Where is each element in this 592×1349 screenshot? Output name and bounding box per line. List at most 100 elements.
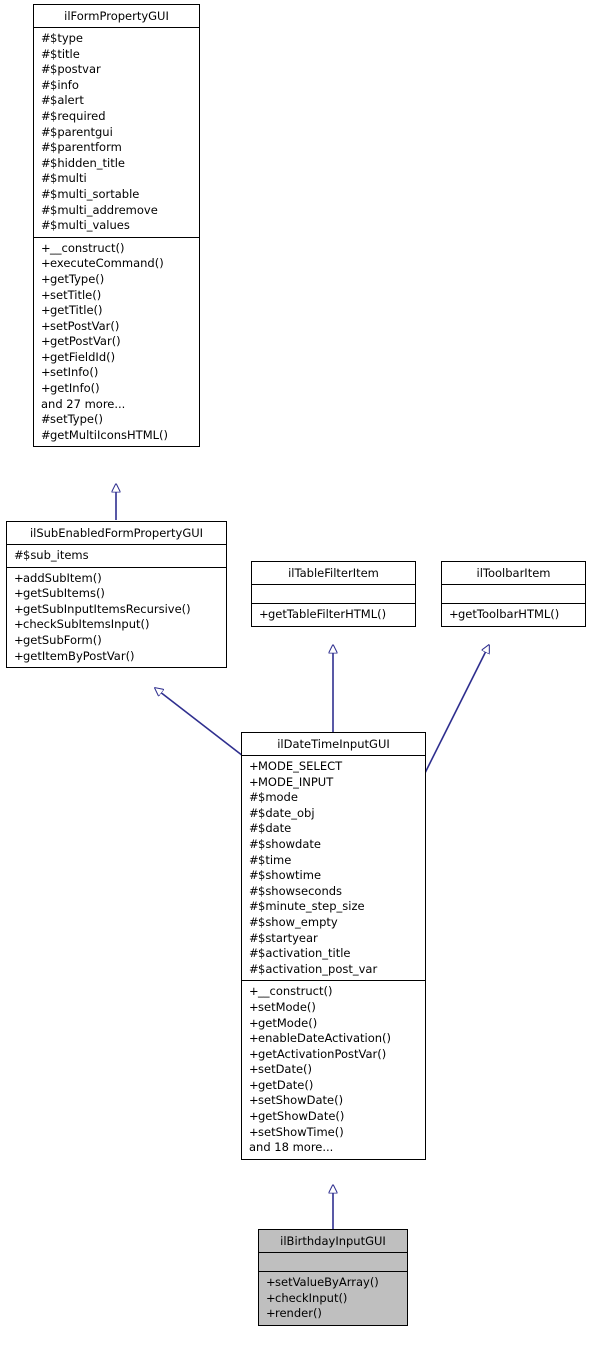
visibility-marker: # (41, 427, 51, 442)
method-label: getToolbarHTML() (458, 607, 560, 621)
attribute-label: $parentgui (50, 124, 113, 139)
method-row: +__construct() (41, 241, 193, 257)
attribute-label: $parentform (50, 140, 122, 155)
visibility-marker: + (41, 240, 51, 255)
method-row: +getSubItems() (14, 586, 220, 602)
class-node-iltablefilteritem[interactable]: ilTableFilterItem +getTableFilterHTML() (251, 561, 416, 627)
attribute-row: #$date (249, 821, 419, 837)
attributes-compartment (259, 1253, 407, 1272)
method-row: +getType() (41, 272, 193, 288)
method-label: getShowDate() (258, 1109, 345, 1124)
method-label: getPostVar() (50, 334, 121, 349)
method-row: +__construct() (249, 984, 419, 1000)
visibility-marker: + (249, 774, 259, 789)
class-node-ilformpropertygui[interactable]: ilFormPropertyGUI #$type #$title #$postv… (33, 4, 200, 448)
class-node-ildatetimeinputgui[interactable]: ilDateTimeInputGUI +MODE_SELECT +MODE_IN… (241, 732, 426, 1160)
visibility-marker: + (249, 1109, 259, 1124)
attribute-row: #$startyear (249, 931, 419, 947)
class-node-ilsubenabledformpropertygui[interactable]: ilSubEnabledFormPropertyGUI #$sub_items … (6, 521, 227, 669)
visibility-marker: + (266, 1306, 276, 1321)
attribute-row: #$title (41, 47, 193, 63)
method-row: +getMode() (249, 1016, 419, 1032)
visibility-marker: # (41, 171, 51, 186)
method-row: +getTableFilterHTML() (259, 607, 409, 623)
method-label: getDate() (258, 1077, 314, 1092)
method-row: +getFieldId() (41, 350, 193, 366)
visibility-marker: + (14, 570, 24, 585)
class-title: ilDateTimeInputGUI (242, 733, 425, 756)
visibility-marker: + (41, 365, 51, 380)
attribute-label: $startyear (258, 930, 318, 945)
class-node-ilbirthdayinputgui[interactable]: ilBirthdayInputGUI +setValueByArray() +c… (258, 1229, 408, 1326)
visibility-marker: # (41, 93, 51, 108)
attributes-compartment: #$type #$title #$postvar #$info #$alert … (34, 28, 199, 238)
visibility-marker: # (41, 46, 51, 61)
methods-compartment: +setValueByArray() +checkInput() +render… (259, 1272, 407, 1325)
attribute-label: $info (50, 77, 79, 92)
method-row: +setPostVar() (41, 319, 193, 335)
attribute-label: $title (50, 46, 80, 61)
method-row: +setInfo() (41, 365, 193, 381)
method-row: +getDate() (249, 1078, 419, 1094)
attribute-label: $multi_sortable (50, 186, 140, 201)
method-row: #setType() (41, 412, 193, 428)
uml-class-diagram: ilFormPropertyGUI #$type #$title #$postv… (0, 0, 592, 1349)
methods-compartment: +addSubItem() +getSubItems() +getSubInpu… (7, 568, 226, 668)
attributes-compartment (252, 585, 415, 604)
method-row: +enableDateActivation() (249, 1031, 419, 1047)
visibility-marker: # (249, 790, 259, 805)
visibility-marker: + (41, 349, 51, 364)
method-label: __construct() (50, 240, 125, 255)
attribute-row: #$sub_items (14, 548, 220, 564)
visibility-marker: + (266, 1290, 276, 1305)
method-label: enableDateActivation() (258, 1031, 392, 1046)
method-row: +setShowDate() (249, 1093, 419, 1109)
visibility-marker: + (249, 759, 259, 773)
method-label: setType() (50, 412, 103, 427)
visibility-marker: # (249, 899, 259, 914)
visibility-marker: + (249, 1093, 259, 1108)
visibility-marker: + (41, 334, 51, 349)
attribute-row: #$parentgui (41, 125, 193, 141)
method-label: and 18 more... (249, 1140, 334, 1155)
class-title: ilFormPropertyGUI (34, 5, 199, 28)
attribute-label: $activation_post_var (258, 961, 378, 976)
visibility-marker: + (249, 999, 259, 1014)
method-label: getSubInputItemsRecursive() (23, 601, 191, 616)
method-row: +getItemByPostVar() (14, 649, 220, 665)
method-label: getType() (50, 271, 105, 286)
more-members-row: and 18 more... (249, 1140, 419, 1156)
visibility-marker: # (41, 140, 51, 155)
visibility-marker: # (249, 883, 259, 898)
class-node-iltoolbaritem[interactable]: ilToolbarItem +getToolbarHTML() (441, 561, 586, 627)
attribute-label: MODE_SELECT (258, 759, 343, 773)
class-title: ilTableFilterItem (252, 562, 415, 585)
visibility-marker: + (14, 601, 24, 616)
attribute-row: #$minute_step_size (249, 899, 419, 915)
visibility-marker: # (249, 914, 259, 929)
visibility-marker: + (259, 607, 269, 621)
attribute-row: #$showseconds (249, 884, 419, 900)
method-label: getItemByPostVar() (23, 648, 135, 663)
method-row: +checkSubItemsInput() (14, 617, 220, 633)
method-label: setShowDate() (258, 1093, 344, 1108)
method-row: +setShowTime() (249, 1125, 419, 1141)
attribute-row: #$showdate (249, 837, 419, 853)
method-row: +getToolbarHTML() (449, 607, 579, 623)
visibility-marker: # (249, 868, 259, 883)
method-label: setInfo() (50, 365, 99, 380)
method-label: setShowTime() (258, 1124, 344, 1139)
attribute-label: MODE_INPUT (258, 774, 334, 789)
attribute-row: #$time (249, 853, 419, 869)
visibility-marker: + (41, 303, 51, 318)
visibility-marker: # (249, 852, 259, 867)
attribute-label: $show_empty (258, 914, 338, 929)
method-label: getTableFilterHTML() (268, 607, 387, 621)
visibility-marker: # (41, 218, 51, 233)
attribute-row: #$mode (249, 790, 419, 806)
visibility-marker: + (41, 256, 51, 271)
visibility-marker: # (41, 202, 51, 217)
attribute-label: $activation_title (258, 946, 351, 961)
method-label: executeCommand() (50, 256, 164, 271)
method-label: setValueByArray() (275, 1275, 379, 1289)
